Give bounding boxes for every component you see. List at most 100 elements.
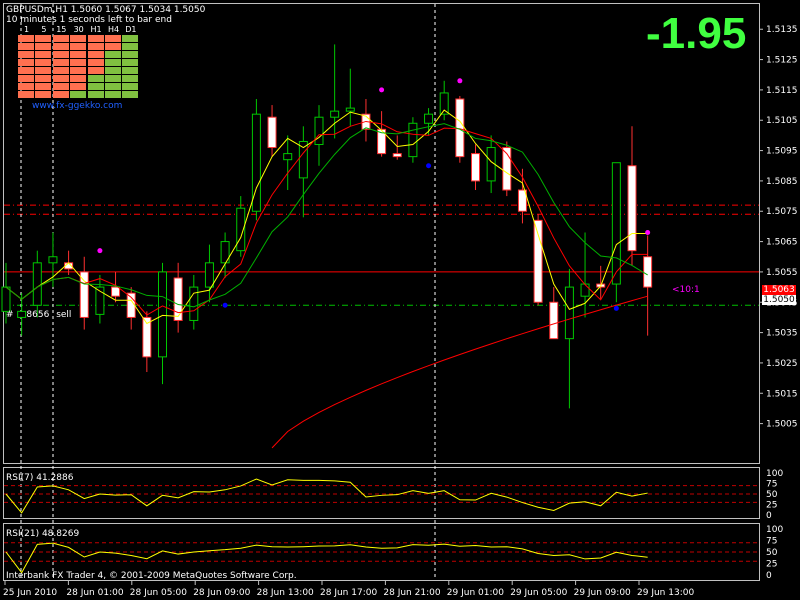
- fractal-dot: [379, 87, 385, 93]
- signal-cell: [87, 35, 104, 42]
- candle-body: [204, 262, 214, 288]
- signal-cell: [18, 59, 34, 66]
- signal-cell: [105, 51, 121, 58]
- y-tick-label: 1.5125: [766, 56, 798, 66]
- signal-cell: [122, 75, 139, 82]
- signal-cell: [122, 83, 139, 90]
- rsi21-line: [5, 542, 648, 574]
- signal-cell: [122, 51, 139, 58]
- timeframe-header: 1 5 15 30 H1 H4 D1: [18, 25, 140, 35]
- rsi7-tick-label: 50: [766, 490, 778, 500]
- signal-cell: [70, 59, 87, 66]
- candle-body: [298, 140, 308, 179]
- rsi7-tick-label: 0: [766, 511, 772, 521]
- candle-body: [424, 113, 434, 124]
- signal-cell: [18, 83, 34, 90]
- signal-cell: [35, 67, 52, 74]
- signal-cell: [18, 91, 34, 98]
- signal-cell: [105, 67, 121, 74]
- y-tick-label: 1.5085: [766, 177, 798, 187]
- fractal-dot: [97, 248, 103, 254]
- signal-cell: [18, 51, 34, 58]
- ma-mid-line: [5, 120, 648, 316]
- candle-body: [549, 301, 559, 340]
- y-tick-label: 1.5105: [766, 116, 798, 126]
- gekko-panel: 1 5 15 30 H1 H4 D1 www.fx-ggekko.com: [18, 25, 140, 113]
- rsi21-tick-label: 25: [766, 560, 777, 570]
- candle-body: [643, 256, 653, 288]
- copyright-text: Interbank FX Trader 4, © 2001-2009 MetaQ…: [6, 571, 297, 581]
- signal-cell: [87, 91, 104, 98]
- fractal-dot: [222, 302, 228, 308]
- fractal-dot: [457, 78, 463, 84]
- candle-body: [611, 162, 621, 285]
- candle-body: [408, 122, 418, 158]
- rsi21-tick-label: 75: [766, 537, 777, 547]
- signal-cell: [52, 35, 69, 42]
- signal-cell: [70, 91, 87, 98]
- candle-body: [1, 286, 11, 312]
- mt4-chart-window: 1.5135 1.5125 1.5115 1.5105 1.5095 1.5085 1.50…: [0, 0, 800, 600]
- signal-cell: [87, 83, 104, 90]
- bid-price-box: 1.5050: [762, 295, 796, 305]
- x-tick-label: 29 Jun 09:00: [574, 588, 631, 598]
- rsi21-label: RSI(21) 48.8269: [6, 529, 80, 539]
- signal-cell: [18, 43, 34, 50]
- signal-cell: [18, 35, 34, 42]
- signal-cell: [70, 83, 87, 90]
- signal-cell: [105, 59, 121, 66]
- y-tick-label: 1.5095: [766, 147, 798, 157]
- fractal-dot: [426, 163, 432, 169]
- signal-cell: [105, 35, 121, 42]
- trade-label-prefix: #: [6, 310, 14, 320]
- rsi7-tick-label: 75: [766, 480, 777, 490]
- signal-cell: [35, 51, 52, 58]
- timeframe-label: 15: [56, 25, 67, 34]
- signal-cell: [70, 43, 87, 50]
- ma-slow-line: [271, 295, 648, 449]
- symbol-ohlc-line: GBPUSDm,H1 1.5060 1.5067 1.5034 1.5050: [6, 5, 206, 15]
- x-tick-label: 29 Jun 01:00: [447, 588, 504, 598]
- y-tick-label: 1.5065: [766, 238, 798, 248]
- signal-cell: [18, 75, 34, 82]
- candle-body: [173, 277, 183, 321]
- signal-cell: [87, 51, 104, 58]
- signal-cell: [52, 91, 69, 98]
- candle-body: [314, 116, 324, 146]
- candle-body: [627, 165, 637, 252]
- fractal-dot: [645, 229, 651, 235]
- signal-value: -1.95: [646, 9, 747, 58]
- rsi7-tick-label: 25: [766, 501, 777, 511]
- x-tick-label: 28 Jun 13:00: [257, 588, 314, 598]
- y-tick-label: 1.5055: [766, 268, 798, 278]
- signal-cell: [52, 51, 69, 58]
- signal-cell: [87, 75, 104, 82]
- signal-cell: [105, 43, 121, 50]
- y-tick-label: 1.5135: [766, 25, 798, 35]
- x-tick-label: 29 Jun 05:00: [510, 588, 567, 598]
- x-tick-label: 29 Jun 13:00: [637, 588, 694, 598]
- candle-body: [533, 219, 543, 303]
- candle-body: [345, 107, 355, 112]
- signal-cell: [105, 75, 121, 82]
- candle-body: [392, 153, 402, 158]
- x-tick-label: 28 Jun 09:00: [193, 588, 250, 598]
- signal-cell: [87, 67, 104, 74]
- line-label: <10:1: [672, 285, 700, 295]
- candle-body: [158, 271, 167, 358]
- bar-countdown: 10 minutes 1 seconds left to bar end: [6, 15, 172, 25]
- x-tick-label: 25 Jun 2010: [3, 588, 57, 598]
- signal-cell: [35, 59, 52, 66]
- candle-body: [330, 110, 340, 118]
- timeframe-label: 5: [41, 25, 47, 34]
- x-tick-label: 28 Jun 05:00: [130, 588, 187, 598]
- timeframe-label: 30: [73, 25, 84, 34]
- y-tick-label: 1.5075: [766, 207, 798, 217]
- rsi21-tick-label: 100: [766, 525, 783, 535]
- timeframe-label: 1: [23, 25, 30, 34]
- gekko-url[interactable]: www.fx-ggekko.com: [32, 101, 122, 111]
- signal-cell: [18, 67, 34, 74]
- candle-body: [267, 116, 277, 149]
- signal-cell: [52, 75, 69, 82]
- signal-cell: [52, 67, 69, 74]
